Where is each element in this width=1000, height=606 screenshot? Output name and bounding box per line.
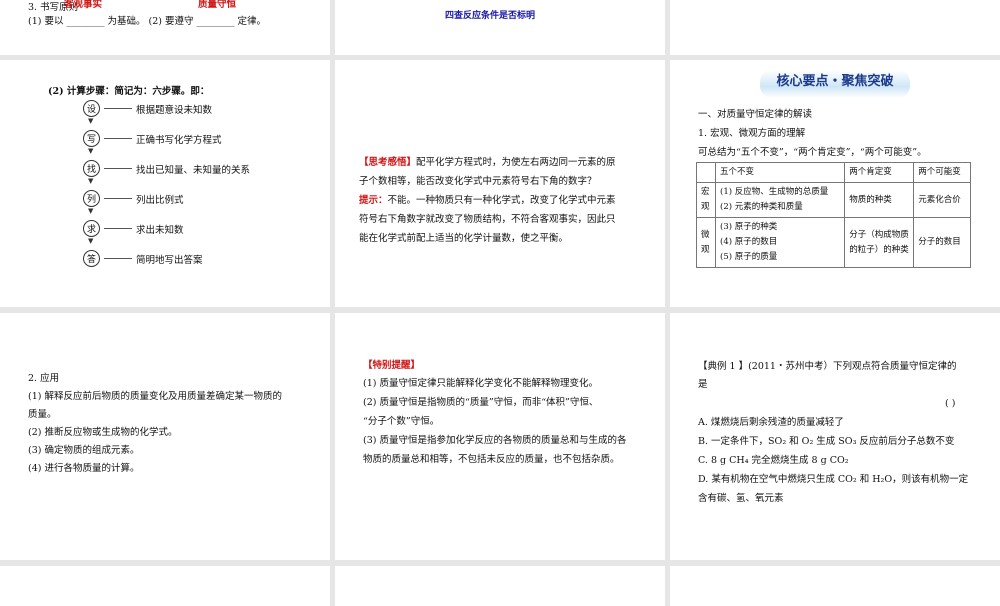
text-line: 2. 应用 [28,373,60,384]
slide-thumbnail-2[interactable]: 四查反应条件是否标明 [335,0,665,55]
connector-line [104,108,132,109]
answer: 不能。一种物质只有一种化学式，改变了化学式中元素 [387,195,616,206]
slide-thumbnail-1[interactable]: 3. 书写原则 客观事实 质量守恒 (1) 要以 ________ 为基础。 (… [0,0,330,55]
text-line: 含有碳、氢、氧元素 [698,493,784,504]
connector-line [104,228,132,229]
step-char: 写 [83,130,100,147]
answer-cont: 符号右下角数字就改变了物质结构，不符合客观事实，因此只 [359,214,616,225]
slide-thumbnail-9[interactable]: 【典例 1 】(2011・苏州中考）下列观点符合质量守恒定律的 是 ( ) A.… [670,313,1000,560]
check-text: 四查反应条件是否标明 [445,11,536,21]
hint-label: 提示： [359,195,388,206]
question: 配平化学方程式时，为使左右两边同一元素的原 [416,157,616,168]
step-char: 设 [83,100,100,117]
summary: 可总结为“五个不变”，“两个肯定变”，“两个可能变”。 [698,147,927,158]
arrow-down-icon: ▼ [88,117,94,125]
text-line: 物质的质量总和相等，不包括未反应的质量，也不包括杂质。 [363,454,620,465]
slide-thumbnail-12[interactable] [670,566,1000,606]
text-line: D. 某有机物在空气中燃烧只生成 CO₂ 和 H₂O，则该有机物一定 [698,474,969,485]
connector-line [104,138,132,139]
subheading: 1. 宏观、微观方面的理解 [698,128,806,139]
step-char: 求 [83,220,100,237]
text-line: (2) 质量守恒是指物质的“质量”守恒，而非“体积”守恒、 [363,397,599,408]
text-line: 质量。 [28,409,57,420]
step-item: 设 根据题意设未知数 [83,100,212,117]
arrow-down-icon: ▼ [88,237,94,245]
slide-thumbnail-7[interactable]: 2. 应用 (1) 解释反应前后物质的质量变化及用质量差确定某一物质的 质量。 (2)… [0,313,330,560]
text-line: B. 一定条件下，SO₂ 和 O₂ 生成 SO₃ 反应前后分子总数不变 [698,436,955,447]
slide-thumbnail-4[interactable]: (2) 计算步骤：简记为：六步骤。即： 设根据题意设未知数 ▼ 写正确书写化学方程式… [0,60,330,307]
arrow-down-icon: ▼ [88,147,94,155]
principle-line: (1) 要以 ________ 为基础。 (2) 要遵守 ________ 定律… [28,16,267,27]
step-item: 求 求出未知数 [83,220,184,237]
slide-thumbnail-6[interactable]: 核心要点・聚焦突破 一、对质量守恒定律的解读 1. 宏观、微观方面的理解 可总结… [670,60,1000,307]
step-text: 正确书写化学方程式 [136,134,222,146]
slide-thumbnail-8[interactable]: 【特别提醒】 (1) 质量守恒定律只能解释化学变化不能解释物理变化。 (2) 质量… [335,313,665,560]
text-line: “分子个数”守恒。 [363,416,440,427]
answer-cont: 能在化学式前配上适当的化学计量数，使之平衡。 [359,233,569,244]
think-label: 【思考感悟】 [359,157,417,168]
answer-blank: ( ) [945,398,956,409]
reminder-label: 【特别提醒】 [363,360,421,371]
slide-thumbnail-11[interactable] [335,566,665,606]
arrow-down-icon: ▼ [88,207,94,215]
connector-line [104,258,132,259]
text-line: (1) 解释反应前后物质的质量变化及用质量差确定某一物质的 [28,391,282,402]
example-question-cont: 是 [698,379,708,390]
text-line: (4) 进行各物质量的计算。 [28,463,140,474]
conservation-table: 五个不变 两个肯定变 两个可能变 宏观 (1) 反应物、生成物的总质量 (2) 元素的种… [696,162,971,268]
step-char: 答 [83,250,100,267]
step-text: 简明地写出答案 [136,254,203,266]
step-item: 找 找出已知量、未知量的关系 [83,160,250,177]
step-item: 答 简明地写出答案 [83,250,203,267]
text-line: C. 8 g CH₄ 完全燃烧生成 8 g CO₂ [698,455,849,466]
text-line: (3) 质量守恒是指参加化学反应的各物质的质量总和与生成的各 [363,435,627,446]
slide-thumbnail-3[interactable] [670,0,1000,55]
slide-thumbnail-10[interactable] [0,566,330,606]
text-line: (3) 确定物质的组成元素。 [28,445,140,456]
slide-thumbnail-5[interactable]: 【思考感悟】配平化学方程式时，为使左右两边同一元素的原 子个数相等，能否改变化学… [335,60,665,307]
question-cont: 子个数相等，能否改变化学式中元素符号右下角的数字？ [359,176,597,187]
section-banner: 核心要点・聚焦突破 [760,70,910,98]
connector-line [104,168,132,169]
step-text: 求出未知数 [136,224,184,236]
step-item: 列 列出比例式 [83,190,184,207]
step-item: 写 正确书写化学方程式 [83,130,222,147]
text-line: (1) 质量守恒定律只能解释化学变化不能解释物理变化。 [363,378,598,389]
step-char: 列 [83,190,100,207]
text-line: (2) 推断反应物或生成物的化学式。 [28,427,178,438]
arrow-down-icon: ▼ [88,177,94,185]
steps-heading: (2) 计算步骤：简记为：六步骤。即： [48,86,210,97]
step-text: 找出已知量、未知量的关系 [136,164,251,176]
step-text: 根据题意设未知数 [136,104,213,116]
section-heading: 一、对质量守恒定律的解读 [698,109,813,120]
connector-line [104,198,132,199]
example-question: 【典例 1 】(2011・苏州中考）下列观点符合质量守恒定律的 [698,361,957,372]
step-text: 列出比例式 [136,194,184,206]
text-line: A. 煤燃烧后剩余残渣的质量减轻了 [698,417,844,428]
step-char: 找 [83,160,100,177]
